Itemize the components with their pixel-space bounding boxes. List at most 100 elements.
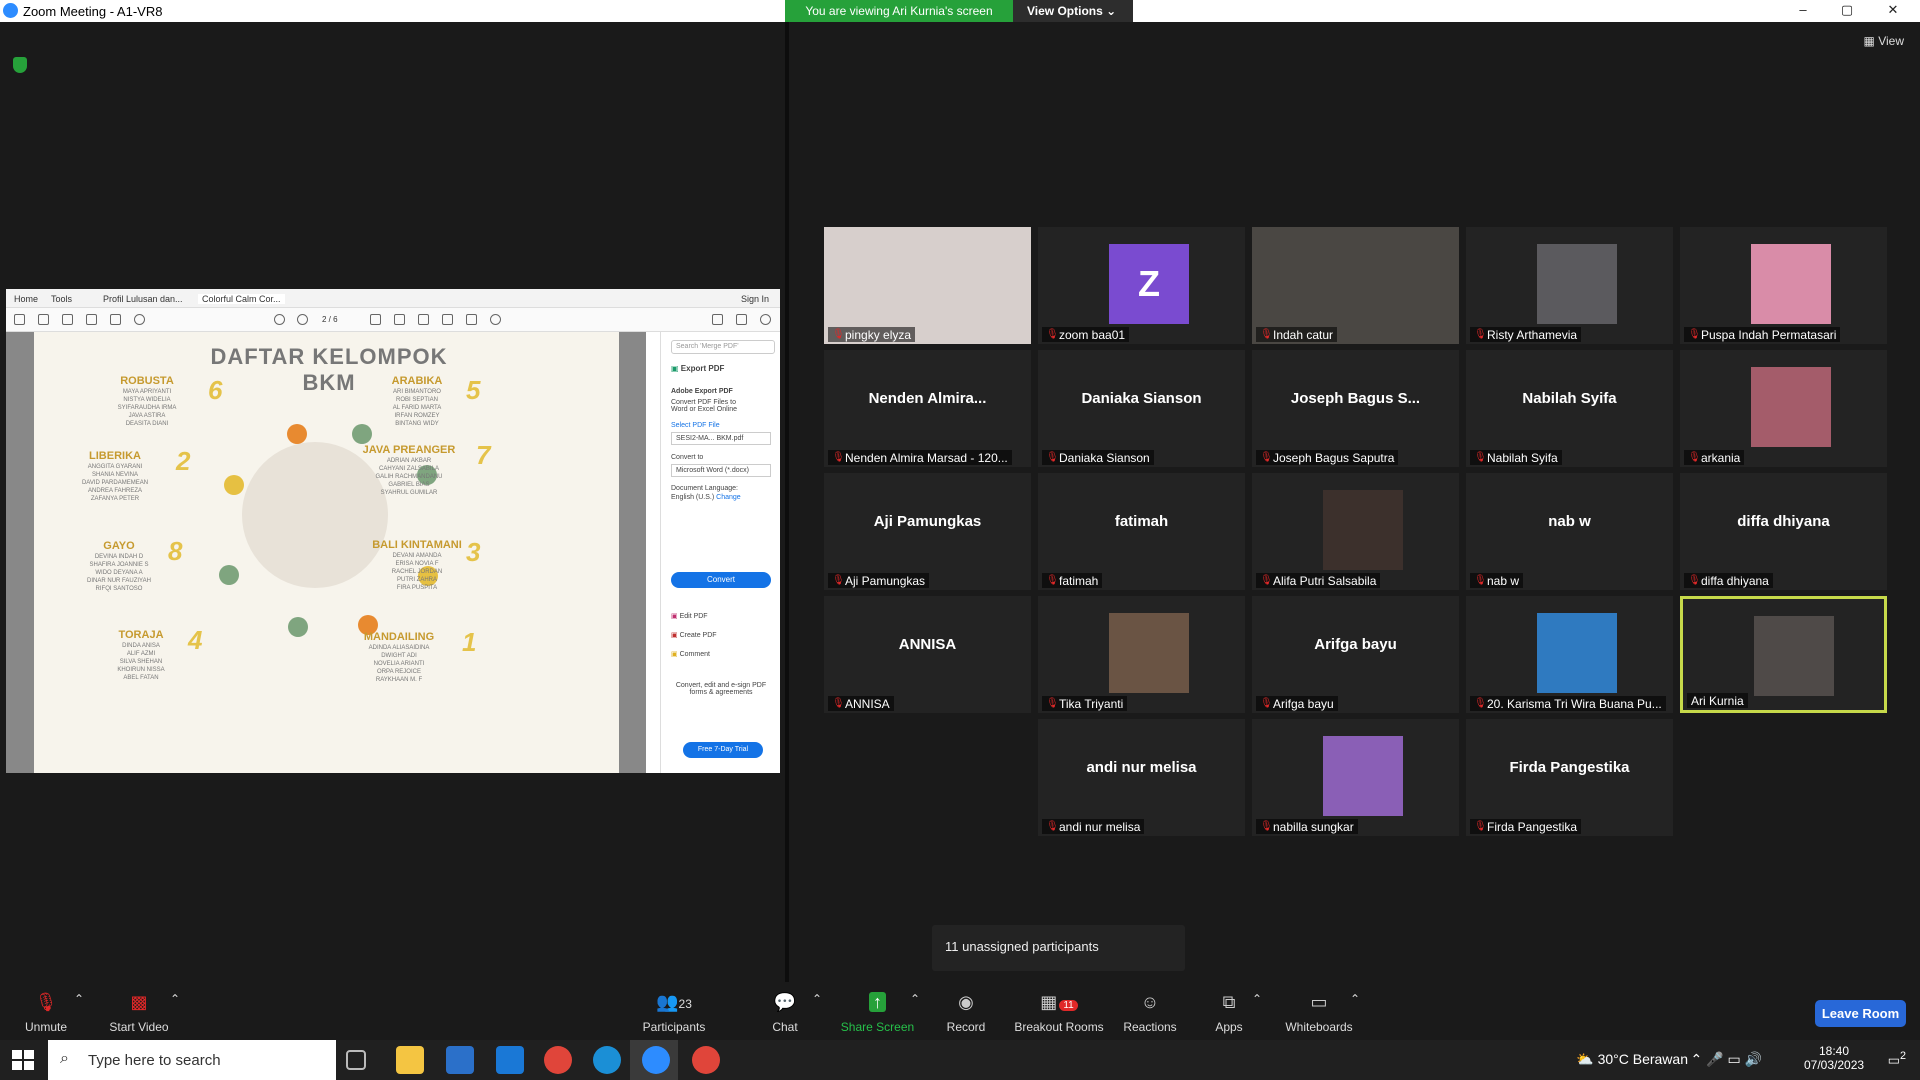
change-language-link[interactable]: Change bbox=[716, 494, 741, 501]
zoom-app-icon[interactable] bbox=[642, 1046, 670, 1074]
participant-name: Nenden Almira Marsad - 120... bbox=[845, 451, 1008, 465]
convert-button[interactable]: Convert bbox=[671, 572, 771, 588]
participants-button[interactable]: 👥23 Participants bbox=[640, 992, 708, 1034]
sign-in-link[interactable]: Sign In bbox=[741, 294, 769, 304]
participant-name-display: diffa dhiyana bbox=[1737, 513, 1830, 530]
view-button[interactable]: ▦ View bbox=[1864, 34, 1904, 48]
mic-muted-icon: 🎙 bbox=[832, 698, 845, 709]
account-icon[interactable] bbox=[760, 314, 771, 325]
participant-tile[interactable]: Nabilah Syifa 🎙 Nabilah Syifa bbox=[1466, 350, 1673, 467]
participant-tile[interactable]: 🎙 arkania bbox=[1680, 350, 1887, 467]
participant-tile[interactable]: Aji Pamungkas 🎙 Aji Pamungkas bbox=[824, 473, 1031, 590]
tab-document-1[interactable]: Profil Lulusan dan... bbox=[103, 294, 183, 304]
participant-tile[interactable]: 🎙 Puspa Indah Permatasari bbox=[1680, 227, 1887, 344]
chat-button[interactable]: 💬 Chat bbox=[768, 992, 802, 1034]
participant-tile[interactable]: Firda Pangestika 🎙 Firda Pangestika bbox=[1466, 719, 1673, 836]
task-view-icon[interactable] bbox=[346, 1050, 366, 1070]
participant-tile[interactable]: ANNISA 🎙 ANNISA bbox=[824, 596, 1031, 713]
tray-icons[interactable]: ⌃ 🎤 ▭ 🔊 bbox=[1691, 1051, 1763, 1068]
tab-tools[interactable]: Tools bbox=[51, 294, 72, 304]
view-options-button[interactable]: View Options ⌄ bbox=[1013, 0, 1133, 22]
format-select[interactable]: Microsoft Word (*.docx) bbox=[671, 464, 771, 477]
maximize-button[interactable]: ▢ bbox=[1832, 2, 1862, 20]
reactions-button[interactable]: ☺ Reactions bbox=[1122, 992, 1178, 1034]
edit-pdf-tool[interactable]: ▣ Edit PDF bbox=[671, 612, 708, 620]
participant-tile[interactable]: 🎙 nabilla sungkar bbox=[1252, 719, 1459, 836]
weather-widget[interactable]: ⛅ 30°C Berawan bbox=[1576, 1051, 1688, 1068]
mail-icon[interactable] bbox=[736, 314, 747, 325]
record-button[interactable]: ◉ Record bbox=[946, 992, 986, 1034]
upload-icon[interactable] bbox=[62, 314, 73, 325]
free-trial-button[interactable]: Free 7-Day Trial bbox=[683, 742, 763, 758]
export-pdf-header[interactable]: ▣ Export PDF bbox=[671, 364, 724, 373]
save-icon[interactable] bbox=[14, 314, 25, 325]
participant-tile[interactable]: 🎙 Alifa Putri Salsabila bbox=[1252, 473, 1459, 590]
close-button[interactable]: ✕ bbox=[1878, 2, 1908, 20]
store-icon[interactable] bbox=[446, 1046, 474, 1074]
participant-tile[interactable]: Arifga bayu 🎙 Arifga bayu bbox=[1252, 596, 1459, 713]
share-icon[interactable] bbox=[86, 314, 97, 325]
whiteboards-options-caret[interactable]: ⌃ bbox=[1350, 992, 1360, 1006]
participant-photo bbox=[1323, 736, 1403, 816]
apps-options-caret[interactable]: ⌃ bbox=[1252, 992, 1262, 1006]
unmute-button[interactable]: 🎙 Unmute bbox=[22, 992, 70, 1034]
page-down-icon[interactable] bbox=[297, 314, 308, 325]
mail-app-icon[interactable] bbox=[496, 1046, 524, 1074]
share-screen-button[interactable]: ↑ Share Screen bbox=[840, 992, 915, 1034]
pdf-canvas[interactable]: DAFTAR KELOMPOK BKM ROBUSTA MAYA APRIYAN… bbox=[6, 332, 646, 773]
star-icon[interactable] bbox=[38, 314, 49, 325]
participant-tile[interactable]: 🎙 Tika Triyanti bbox=[1038, 596, 1245, 713]
apps-button[interactable]: ⧉ Apps bbox=[1214, 992, 1244, 1034]
comment-tool[interactable]: ▣ Comment bbox=[671, 650, 710, 658]
audio-options-caret[interactable]: ⌃ bbox=[74, 992, 84, 1006]
tools-search-input[interactable]: Search 'Merge PDF' bbox=[671, 340, 775, 354]
print-icon[interactable] bbox=[110, 314, 121, 325]
whiteboards-button[interactable]: ▭ Whiteboards bbox=[1284, 992, 1354, 1034]
rotate-icon[interactable] bbox=[490, 314, 501, 325]
participant-tile[interactable]: nab w 🎙 nab w bbox=[1466, 473, 1673, 590]
teamviewer-icon[interactable] bbox=[593, 1046, 621, 1074]
chat-options-caret[interactable]: ⌃ bbox=[812, 992, 822, 1006]
tab-home[interactable]: Home bbox=[14, 294, 38, 304]
stamp-tool-icon[interactable] bbox=[442, 314, 453, 325]
selected-file-field[interactable]: SESI2-MA... BKM.pdf bbox=[671, 432, 771, 445]
page-up-icon[interactable] bbox=[274, 314, 285, 325]
participant-tile[interactable]: 🎙 Indah catur bbox=[1252, 227, 1459, 344]
zoom-search-icon[interactable] bbox=[134, 314, 145, 325]
participant-tile[interactable]: diffa dhiyana 🎙 diffa dhiyana bbox=[1680, 473, 1887, 590]
sign-pen-icon[interactable] bbox=[712, 314, 723, 325]
participant-tile[interactable]: Nenden Almira... 🎙 Nenden Almira Marsad - … bbox=[824, 350, 1031, 467]
comment-tool-icon[interactable] bbox=[370, 314, 381, 325]
participant-tile[interactable]: Z 🎙 zoom baa01 bbox=[1038, 227, 1245, 344]
windows-start-icon[interactable] bbox=[12, 1050, 34, 1070]
participant-tile[interactable]: Daniaka Sianson 🎙 Daniaka Sianson bbox=[1038, 350, 1245, 467]
chrome-icon[interactable] bbox=[544, 1046, 572, 1074]
share-options-caret[interactable]: ⌃ bbox=[910, 992, 920, 1006]
video-options-caret[interactable]: ⌃ bbox=[170, 992, 180, 1006]
unassigned-participants-notice[interactable]: 11 unassigned participants bbox=[932, 925, 1185, 971]
notifications-icon[interactable]: ▭2 bbox=[1888, 1050, 1906, 1068]
delete-icon[interactable] bbox=[466, 314, 477, 325]
pen-tool-icon[interactable] bbox=[394, 314, 405, 325]
participant-tile[interactable]: 🎙 pingky elyza bbox=[824, 227, 1031, 344]
participant-tile[interactable]: 🎙 20. Karisma Tri Wira Buana Pu... bbox=[1466, 596, 1673, 713]
participant-name-display: Arifga bayu bbox=[1314, 636, 1397, 653]
chrome-profile-icon[interactable] bbox=[692, 1046, 720, 1074]
taskbar-search-box[interactable]: ⌕ Type here to search bbox=[48, 1040, 336, 1080]
start-video-button[interactable]: ▩ Start Video bbox=[104, 992, 174, 1034]
tab-document-2[interactable]: Colorful Calm Cor... bbox=[198, 294, 285, 304]
participant-tile[interactable]: Joseph Bagus S... 🎙 Joseph Bagus Saputra bbox=[1252, 350, 1459, 467]
breakout-rooms-button[interactable]: ▦ 11 Breakout Rooms bbox=[1014, 992, 1104, 1034]
minimize-button[interactable]: – bbox=[1788, 2, 1818, 20]
clock[interactable]: 18:40 07/03/2023 bbox=[1804, 1044, 1864, 1072]
create-pdf-tool[interactable]: ▣ Create PDF bbox=[671, 631, 717, 639]
page-indicator[interactable]: 2 / 6 bbox=[322, 315, 338, 324]
participant-tile[interactable]: Ari Kurnia bbox=[1680, 596, 1887, 713]
participant-tile[interactable]: andi nur melisa 🎙 andi nur melisa bbox=[1038, 719, 1245, 836]
sign-tool-icon[interactable] bbox=[418, 314, 429, 325]
group-name: TORAJA bbox=[118, 629, 164, 641]
file-explorer-icon[interactable] bbox=[396, 1046, 424, 1074]
leave-room-button[interactable]: Leave Room bbox=[1815, 1000, 1906, 1027]
participant-tile[interactable]: 🎙 Risty Arthamevia bbox=[1466, 227, 1673, 344]
participant-tile[interactable]: fatimah 🎙 fatimah bbox=[1038, 473, 1245, 590]
